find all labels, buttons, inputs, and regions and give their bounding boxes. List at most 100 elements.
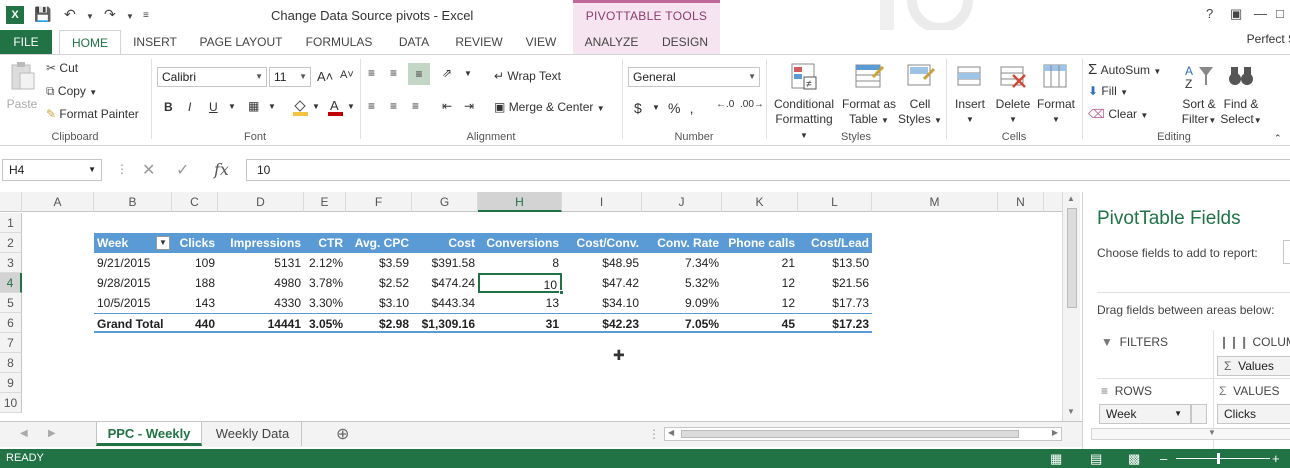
column-header-f[interactable]: F bbox=[346, 192, 412, 212]
table-row-cell[interactable]: 7.34% bbox=[642, 253, 722, 273]
table-row-cell[interactable]: 8 bbox=[478, 253, 562, 273]
table-row-cell[interactable]: 4980 bbox=[218, 273, 304, 293]
column-header-g[interactable]: G bbox=[412, 192, 478, 212]
grand-total-cell[interactable]: $1,309.16 bbox=[412, 313, 478, 333]
table-row-cell[interactable]: 9/28/2015 bbox=[94, 273, 172, 293]
column-header-m[interactable]: M bbox=[872, 192, 998, 212]
tab-split-grip-icon[interactable]: ⋮ bbox=[648, 427, 660, 441]
column-header-c[interactable]: C bbox=[172, 192, 218, 212]
row-header-3[interactable]: 3 bbox=[0, 253, 22, 273]
pivot-header-cell[interactable]: Clicks bbox=[172, 233, 218, 253]
fill-button[interactable]: ⬇ Fill ▼ bbox=[1088, 84, 1128, 98]
tab-home[interactable]: HOME bbox=[59, 30, 121, 55]
table-row-cell[interactable]: $391.58 bbox=[412, 253, 478, 273]
collapse-ribbon-icon[interactable]: ⌃ bbox=[1274, 133, 1282, 144]
pivot-header-cell[interactable]: Week ▼ bbox=[94, 233, 172, 253]
values-field-clicks[interactable]: Clicks bbox=[1217, 404, 1290, 424]
format-painter-button[interactable]: ✎ Format Painter bbox=[46, 107, 139, 121]
column-header-b[interactable]: B bbox=[94, 192, 172, 212]
filter-dropdown-icon[interactable]: ▼ bbox=[156, 236, 170, 250]
tab-review[interactable]: REVIEW bbox=[449, 30, 509, 54]
font-color-dropdown-icon[interactable]: ▼ bbox=[347, 102, 355, 111]
pivot-header-cell[interactable]: CTR bbox=[304, 233, 346, 253]
decrease-indent-icon[interactable]: ⇤ bbox=[442, 99, 452, 113]
currency-button[interactable]: $ bbox=[634, 100, 642, 116]
pivot-header-cell[interactable]: Conversions bbox=[478, 233, 562, 253]
pane-scrollbar[interactable]: ▼ bbox=[1091, 428, 1290, 440]
row-header-6[interactable]: 6 bbox=[0, 313, 22, 333]
next-sheet-icon[interactable]: ▶ bbox=[48, 428, 56, 439]
pivot-header-cell[interactable]: Cost bbox=[412, 233, 478, 253]
column-header-l[interactable]: L bbox=[798, 192, 872, 212]
zoom-slider[interactable] bbox=[1176, 458, 1270, 459]
format-as-table-button[interactable]: Format as Table ▼ bbox=[840, 61, 898, 128]
redo-icon[interactable]: ↷ bbox=[104, 6, 116, 23]
tab-formulas[interactable]: FORMULAS bbox=[298, 30, 380, 54]
tab-file[interactable]: FILE bbox=[0, 30, 52, 54]
maximize-icon[interactable]: □ bbox=[1276, 6, 1284, 21]
underline-button[interactable]: U bbox=[209, 100, 218, 114]
scroll-thumb[interactable] bbox=[1067, 208, 1077, 308]
table-row-cell[interactable]: $21.56 bbox=[798, 273, 872, 293]
table-row-cell[interactable]: $443.34 bbox=[412, 293, 478, 313]
table-row-cell[interactable]: $34.10 bbox=[562, 293, 642, 313]
table-row-cell[interactable]: 4330 bbox=[218, 293, 304, 313]
save-icon[interactable]: 💾 bbox=[34, 6, 51, 23]
italic-button[interactable]: I bbox=[188, 100, 191, 114]
merge-center-button[interactable]: ▣ Merge & Center ▼ bbox=[494, 100, 605, 114]
pivot-header-cell[interactable]: Conv. Rate bbox=[642, 233, 722, 253]
cut-button[interactable]: ✂ Cut bbox=[46, 61, 78, 75]
table-row-cell[interactable]: $47.42 bbox=[562, 273, 642, 293]
align-middle-icon[interactable]: ≡ bbox=[390, 66, 397, 80]
pivot-header-cell[interactable]: Phone calls bbox=[722, 233, 798, 253]
pivot-header-cell[interactable]: Avg. CPC bbox=[346, 233, 412, 253]
decrease-font-icon[interactable]: A˅ bbox=[340, 69, 354, 81]
table-row-cell[interactable]: $3.10 bbox=[346, 293, 412, 313]
cell-styles-button[interactable]: Cell Styles ▼ bbox=[898, 61, 942, 128]
table-row-cell[interactable]: 3.78% bbox=[304, 273, 346, 293]
table-row-cell[interactable]: $48.95 bbox=[562, 253, 642, 273]
row-header-2[interactable]: 2 bbox=[0, 233, 22, 253]
ribbon-display-icon[interactable]: ▣ bbox=[1230, 6, 1242, 22]
grand-total-cell[interactable]: 31 bbox=[478, 313, 562, 333]
font-color-icon[interactable]: A bbox=[327, 98, 343, 119]
prev-sheet-icon[interactable]: ◀ bbox=[20, 428, 28, 439]
column-header-n[interactable]: N bbox=[998, 192, 1044, 212]
tools-gear-button[interactable] bbox=[1283, 240, 1290, 264]
increase-decimal-icon[interactable]: ←.0 bbox=[716, 99, 734, 110]
zoom-out-icon[interactable]: – bbox=[1160, 449, 1167, 468]
zoom-slider-thumb[interactable] bbox=[1217, 453, 1220, 464]
insert-cells-button[interactable]: Insert ▼ bbox=[950, 61, 990, 127]
align-center-icon[interactable]: ≡ bbox=[390, 99, 397, 113]
find-select-button[interactable]: Find & Select▼ bbox=[1220, 61, 1262, 128]
delete-cells-button[interactable]: Delete ▼ bbox=[992, 61, 1034, 127]
tab-view[interactable]: VIEW bbox=[518, 30, 564, 54]
pivot-header-cell[interactable]: Impressions bbox=[218, 233, 304, 253]
scroll-down-icon[interactable]: ▼ bbox=[1067, 407, 1075, 416]
undo-icon[interactable]: ↶ bbox=[64, 6, 76, 23]
horizontal-scrollbar[interactable]: ◀ ▶ bbox=[664, 427, 1062, 441]
row-header-5[interactable]: 5 bbox=[0, 293, 22, 313]
column-header-k[interactable]: K bbox=[722, 192, 798, 212]
table-row-cell[interactable]: 12 bbox=[722, 293, 798, 313]
percent-button[interactable]: % bbox=[668, 100, 680, 116]
decrease-decimal-icon[interactable]: .00→ bbox=[740, 99, 764, 110]
redo-dropdown-icon[interactable]: ▼ bbox=[126, 12, 134, 21]
grand-total-cell[interactable]: 3.05% bbox=[304, 313, 346, 333]
currency-dropdown-icon[interactable]: ▼ bbox=[652, 103, 660, 112]
table-row-cell[interactable]: $17.73 bbox=[798, 293, 872, 313]
orientation-icon[interactable]: ⇗ bbox=[442, 66, 452, 80]
table-row-cell[interactable]: 5131 bbox=[218, 253, 304, 273]
clear-button[interactable]: ⌫ Clear ▼ bbox=[1088, 107, 1148, 121]
table-row-cell[interactable]: $2.52 bbox=[346, 273, 412, 293]
comma-style-icon[interactable]: ‚ bbox=[690, 100, 693, 116]
tab-analyze[interactable]: ANALYZE bbox=[573, 30, 650, 54]
copy-button[interactable]: ⧉ Copy ▼ bbox=[46, 84, 97, 99]
new-sheet-icon[interactable]: ⊕ bbox=[336, 424, 349, 444]
normal-view-icon[interactable]: ▦ bbox=[1050, 449, 1062, 468]
grand-total-cell[interactable]: $17.23 bbox=[798, 313, 872, 333]
row-header-7[interactable]: 7 bbox=[0, 333, 22, 353]
column-header-i[interactable]: I bbox=[562, 192, 642, 212]
pivot-header-cell[interactable]: Cost/Lead bbox=[798, 233, 872, 253]
wrap-text-button[interactable]: ↵ Wrap Text bbox=[494, 69, 561, 83]
